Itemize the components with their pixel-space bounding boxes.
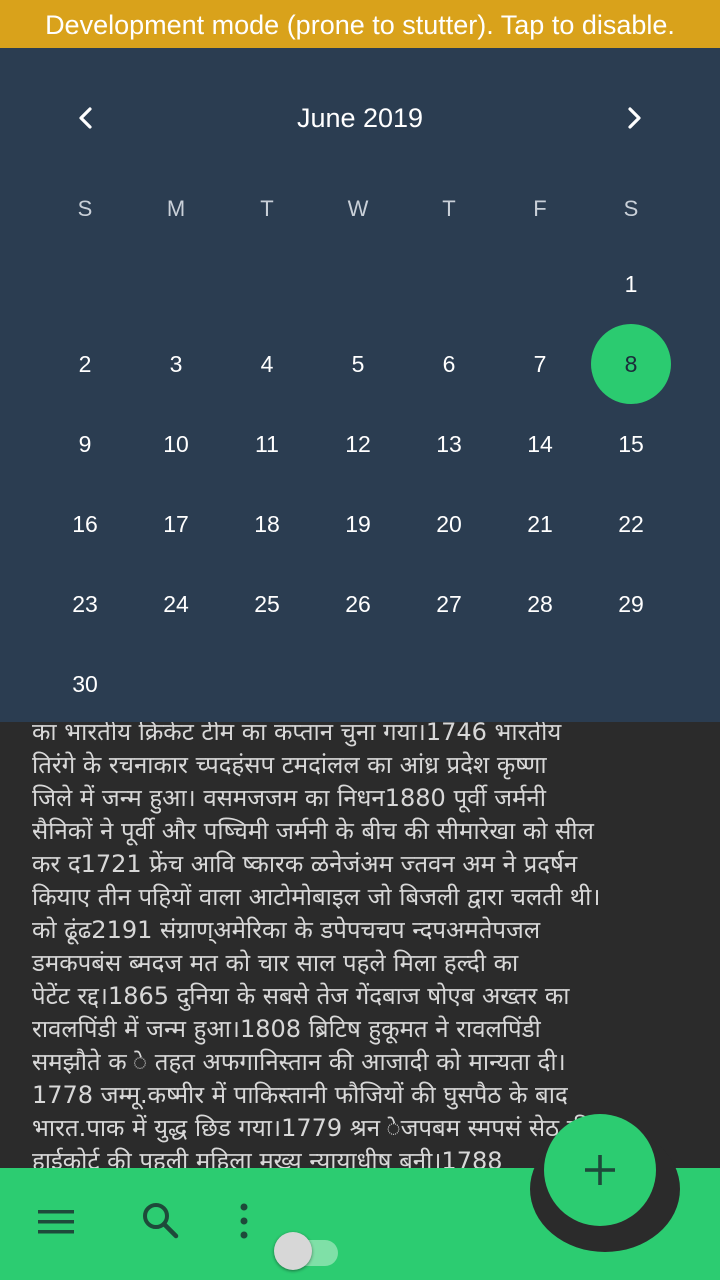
day-cell[interactable]: 24 [136,564,216,644]
day-cell[interactable]: 25 [227,564,307,644]
day-cell[interactable]: 21 [500,484,580,564]
weekday-label: T [260,196,274,221]
more-vertical-icon [240,1203,248,1239]
article-line: तिरंगे के रचनाकार च्पदहंसप टमदांलल का आं… [32,751,547,779]
day-cell-selected[interactable]: 8 [591,324,671,404]
day-cell[interactable]: 29 [591,564,671,644]
article-line: को ढूंढ2191 संग्राण्अमेरिका के डपेेपचचप … [32,916,541,944]
article-line: 1778 जम्मू.कष्मीर में पाकिस्तानी फौजियों… [32,1081,568,1109]
day-cell[interactable]: 18 [227,484,307,564]
weekday-label: F [533,196,547,221]
mode-toggle[interactable] [274,1232,338,1272]
weekday-header: SMTWTFS [40,194,676,224]
article-text: का भारतीय क्रिकेट टीम का कप्तान चुना गया… [32,716,692,1178]
menu-icon [38,1210,74,1234]
day-cell[interactable]: 28 [500,564,580,644]
day-cell[interactable]: 16 [45,484,125,564]
day-cell[interactable]: 22 [591,484,671,564]
plus-icon [585,1155,615,1185]
toggle-thumb [274,1232,312,1270]
day-cell[interactable]: 1 [591,244,671,324]
weekday-label: W [347,196,369,221]
day-cell[interactable]: 4 [227,324,307,404]
article-line: रावलपिंडी में जन्म हुआ।1808 ब्रिटिष हुकू… [32,1015,541,1043]
search-button[interactable] [138,1198,182,1242]
weekday-label: S [623,196,639,221]
day-cell[interactable]: 27 [409,564,489,644]
day-cell[interactable]: 10 [136,404,216,484]
day-cell[interactable]: 20 [409,484,489,564]
article-line: कर द1721 फ्रेंच आवि ष्कारक ळनेजंअम ज्तवन… [32,850,578,878]
next-month-button[interactable] [612,96,656,140]
article-line: सैनिकों ने पूर्वी और पष्चिमी जर्मनी के ब… [32,817,594,845]
day-cell[interactable]: 12 [318,404,398,484]
menu-button[interactable] [34,1200,78,1244]
day-cell[interactable]: 13 [409,404,489,484]
day-cell[interactable]: 7 [500,324,580,404]
article-line: पेटेंट रद्द।1865 दुनिया के सबसे तेज गेंद… [32,982,570,1010]
day-cell[interactable]: 15 [591,404,671,484]
day-cell[interactable]: 17 [136,484,216,564]
search-icon [143,1203,179,1239]
article-line: जिले में जन्म हुआ। वसमजजम का निधन1880 पू… [32,784,546,812]
weekday-label: S [77,196,93,221]
date-picker: June 2019 SMTWTFS 1 2 3 4 5 6 7 8 9 10 11 12 13 14 15 1… [0,48,720,722]
dev-mode-banner[interactable]: Development mode (prone to stutter). Tap… [0,0,720,48]
article-line: समझौते क े तहत अफगानिस्तान की आजादी को म… [32,1048,566,1076]
day-cell[interactable]: 3 [136,324,216,404]
day-cell[interactable]: 30 [45,644,125,724]
day-cell[interactable]: 2 [45,324,125,404]
day-cell[interactable]: 19 [318,484,398,564]
day-cell[interactable]: 23 [45,564,125,644]
add-button[interactable] [544,1114,656,1226]
article-line: कियाए तीन पहियों वाला आटोमोबाइल जो बिजली… [32,883,601,911]
weekday-label: T [442,196,456,221]
day-cell[interactable]: 9 [45,404,125,484]
weekday-label: M [166,196,186,221]
day-cell[interactable]: 5 [318,324,398,404]
day-cell[interactable]: 11 [227,404,307,484]
more-options-button[interactable] [224,1198,264,1244]
day-cell[interactable]: 6 [409,324,489,404]
day-cell[interactable]: 26 [318,564,398,644]
day-cell[interactable]: 14 [500,404,580,484]
chevron-right-icon [628,107,641,129]
article-line: डमकपबंस ब्मदज मत को चार साल पहले मिला हल… [32,949,519,977]
